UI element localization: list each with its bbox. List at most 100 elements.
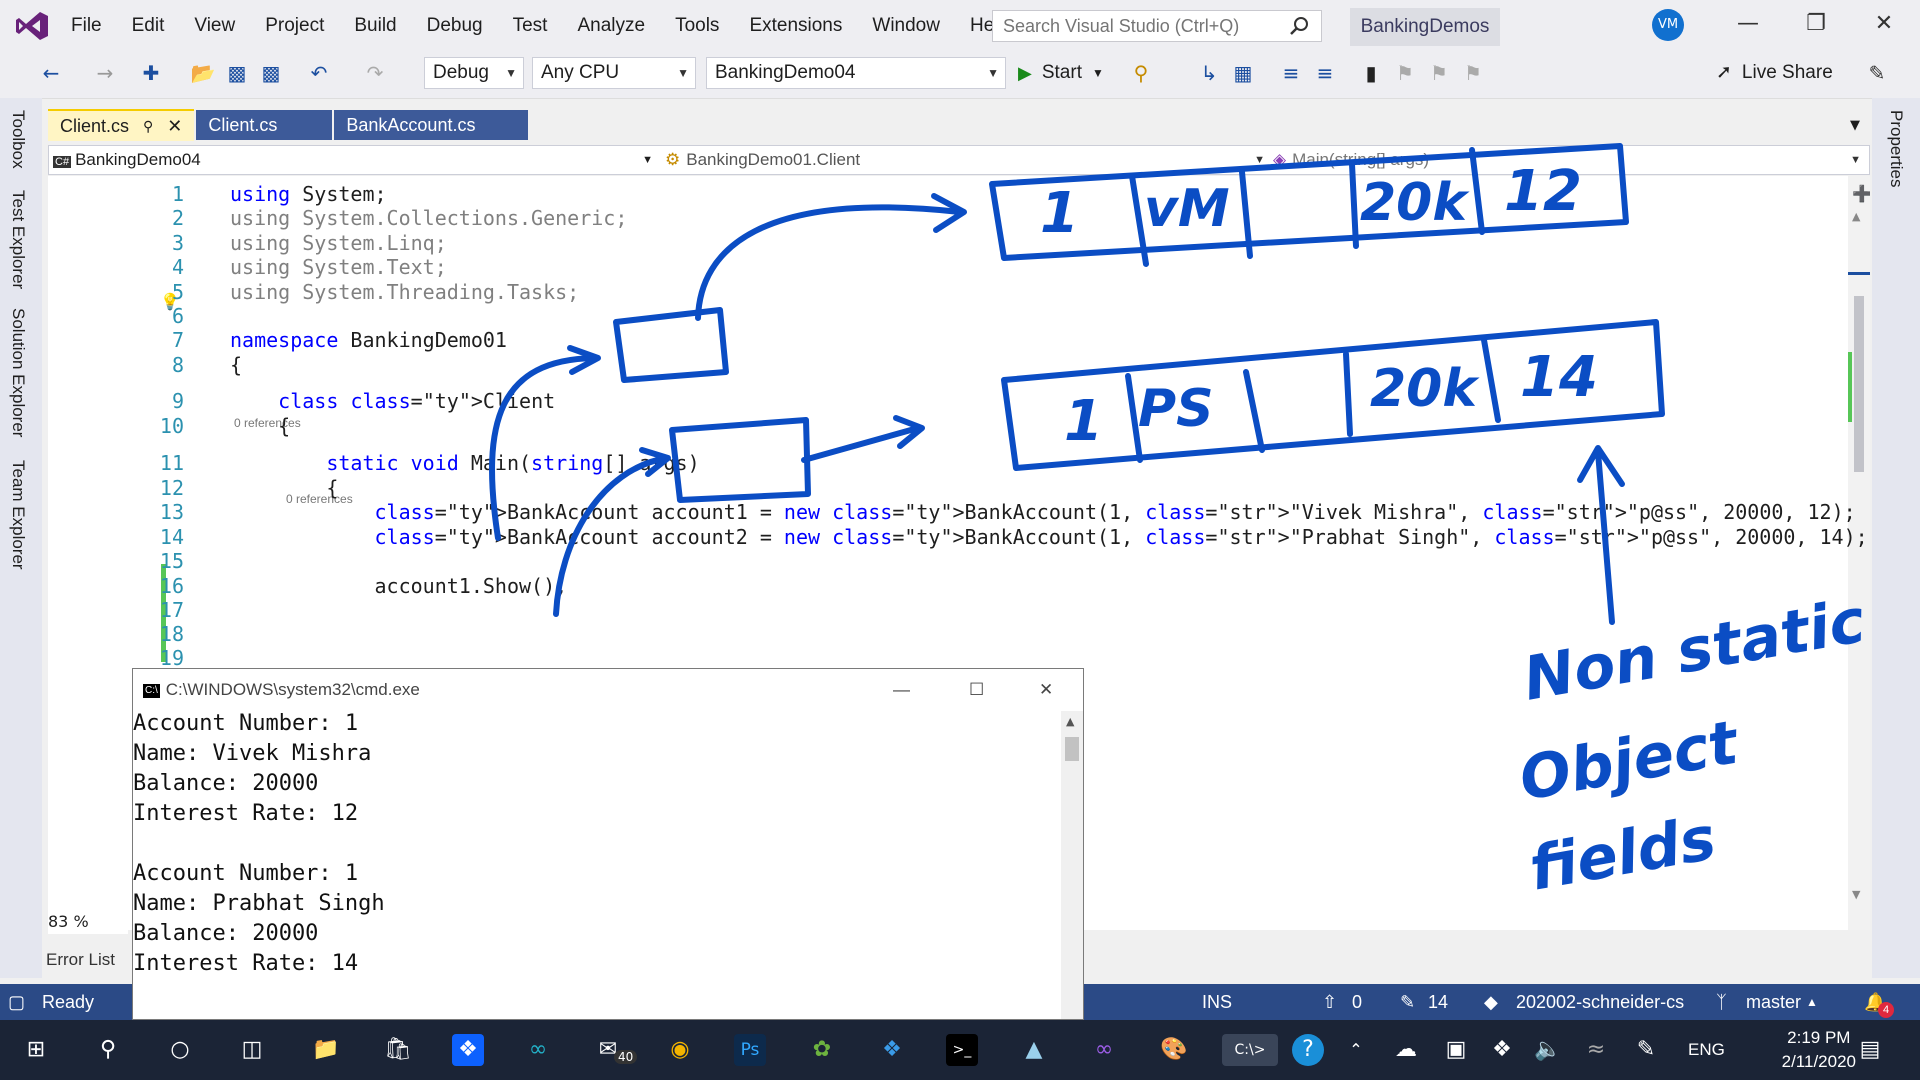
next-bookmark-icon[interactable]: ⚑ (1424, 58, 1454, 88)
live-share-button[interactable]: ➚ Live Share (1716, 57, 1833, 89)
pen-icon[interactable]: ✎ (1630, 1034, 1662, 1066)
code-line[interactable]: class="ty">BankAccount account1 = new cl… (230, 500, 1856, 524)
solution-explorer-tab[interactable]: Solution Explorer (8, 308, 28, 437)
volume-icon[interactable]: 🔈 (1532, 1034, 1564, 1066)
azure-data-studio-icon[interactable]: ❖ (876, 1034, 908, 1066)
zoom-level[interactable]: 83 % (48, 910, 128, 934)
language-indicator[interactable]: ENG (1688, 1020, 1725, 1080)
scroll-up-icon[interactable]: ▲ (1852, 210, 1860, 223)
cmd-close-icon[interactable]: ✕ (1039, 669, 1053, 711)
back-icon[interactable]: ← (36, 58, 66, 88)
find-icon[interactable]: ⚲ (1126, 58, 1156, 88)
battery-icon[interactable]: ▣ (1440, 1034, 1472, 1066)
uncomment-icon[interactable]: ≡ (1310, 58, 1340, 88)
start-button[interactable]: ▶ Start ▼ (1018, 57, 1104, 89)
save-icon[interactable]: ▩ (222, 58, 252, 88)
action-center-icon[interactable]: ▤ (1854, 1034, 1886, 1066)
scroll-up-icon[interactable]: ▲ (1066, 715, 1074, 728)
search-icon[interactable]: ⚲ (92, 1034, 124, 1066)
code-line[interactable]: using System.Threading.Tasks; (230, 280, 579, 304)
close-icon[interactable]: ✕ (1856, 0, 1912, 48)
wifi-icon[interactable]: ≈ (1580, 1034, 1612, 1066)
code-line[interactable]: { (230, 476, 338, 500)
split-icon[interactable]: ➕ (1852, 184, 1870, 203)
clock[interactable]: 2:19 PM 2/11/2020 (1782, 1026, 1856, 1074)
code-line[interactable]: class="ty">BankAccount account2 = new cl… (230, 525, 1868, 549)
error-list-tab[interactable]: Error List (46, 945, 136, 975)
menu-item-debug[interactable]: Debug (412, 0, 498, 52)
paint-icon[interactable]: 🎨 (1158, 1034, 1190, 1066)
menu-item-test[interactable]: Test (498, 0, 563, 52)
cmd-scroll-thumb[interactable] (1065, 737, 1079, 761)
undo-icon[interactable]: ↶ (304, 58, 334, 88)
feedback-icon[interactable]: ✎ (1862, 58, 1892, 88)
branch-name[interactable]: master (1746, 984, 1801, 1020)
menu-item-project[interactable]: Project (250, 0, 339, 52)
visual-studio-taskbar-icon[interactable]: ∞ (1088, 1034, 1120, 1066)
scroll-thumb[interactable] (1854, 296, 1864, 472)
scroll-down-icon[interactable]: ▼ (1852, 888, 1860, 901)
insert-mode[interactable]: INS (1202, 984, 1232, 1020)
code-line[interactable]: class class="ty">Client (230, 389, 555, 413)
search-input[interactable] (1001, 11, 1285, 41)
tray-overflow-icon[interactable]: ⌃ (1340, 1034, 1372, 1066)
menu-item-build[interactable]: Build (339, 0, 411, 52)
cmd-taskbar-icon[interactable]: C:\> (1222, 1034, 1278, 1066)
close-tab-icon[interactable]: ✕ (167, 111, 182, 141)
open-folder-icon[interactable]: 📂 (188, 58, 218, 88)
menu-item-tools[interactable]: Tools (660, 0, 734, 52)
bookmark-icon[interactable]: ▮ (1356, 58, 1386, 88)
menu-item-extensions[interactable]: Extensions (734, 0, 857, 52)
menu-item-file[interactable]: File (56, 0, 117, 52)
forward-icon[interactable]: → (90, 58, 120, 88)
cortana-icon[interactable]: ○ (164, 1034, 196, 1066)
cmd-maximize-icon[interactable]: ☐ (969, 669, 984, 711)
arduino-icon[interactable]: ∞ (522, 1034, 554, 1066)
test-explorer-tab[interactable]: Test Explorer (8, 190, 28, 289)
file-explorer-icon[interactable]: 📁 (310, 1034, 342, 1066)
restore-icon[interactable]: ❐ (1788, 0, 1844, 48)
tab-client-cs-active[interactable]: Client.cs ⚲ ✕ (48, 109, 195, 141)
menu-item-view[interactable]: View (179, 0, 250, 52)
dropbox-icon[interactable]: ❖ (452, 1034, 484, 1066)
pending-changes[interactable]: 14 (1428, 984, 1448, 1020)
minimize-icon[interactable]: — (1720, 0, 1776, 48)
unpushed-commits[interactable]: 0 (1352, 984, 1362, 1020)
class-dropdown[interactable]: ⚙ BankingDemo01.Client ▼ (665, 146, 1271, 174)
onedrive-icon[interactable]: ☁ (1390, 1034, 1422, 1066)
prev-bookmark-icon[interactable]: ⚑ (1390, 58, 1420, 88)
spring-icon[interactable]: ✿ (806, 1034, 838, 1066)
step-icon[interactable]: ↳ (1194, 58, 1224, 88)
windows-start-icon[interactable]: ⊞ (20, 1034, 52, 1066)
code-line[interactable]: static void Main(string[] args) (230, 451, 699, 475)
configuration-dropdown[interactable]: Debug ▼ (424, 57, 524, 89)
code-line[interactable]: { (230, 414, 290, 438)
menu-item-analyze[interactable]: Analyze (562, 0, 660, 52)
cmd-scrollbar[interactable]: ▲ (1061, 711, 1083, 1019)
project-dropdown[interactable]: C# BankingDemo04 ▼ (53, 146, 659, 174)
redo-icon[interactable]: ↷ (360, 58, 390, 88)
tab-overflow-icon[interactable]: ▼ (1850, 118, 1860, 133)
save-all-icon[interactable]: ▩ (256, 58, 286, 88)
toolbox-tab[interactable]: Toolbox (8, 110, 28, 169)
help-icon[interactable]: ? (1292, 1034, 1324, 1066)
editor-vertical-scrollbar[interactable]: ➕ ▲ ▼ (1848, 176, 1870, 930)
cmd-window[interactable]: C:\ C:\WINDOWS\system32\cmd.exe — ☐ ✕ Acc… (132, 668, 1084, 1020)
new-project-icon[interactable]: ✚ (136, 58, 166, 88)
search-box[interactable] (992, 10, 1322, 42)
menu-item-window[interactable]: Window (857, 0, 955, 52)
tab-bankaccount-cs[interactable]: BankAccount.cs (334, 110, 529, 140)
dropbox-tray-icon[interactable]: ❖ (1486, 1034, 1518, 1066)
team-explorer-tab[interactable]: Team Explorer (8, 460, 28, 570)
startup-project-dropdown[interactable]: BankingDemo04 ▼ (706, 57, 1006, 89)
pin-icon[interactable]: ⚲ (143, 111, 153, 141)
cmd-title-bar[interactable]: C:\ C:\WINDOWS\system32\cmd.exe — ☐ ✕ (133, 669, 1083, 711)
code-line[interactable]: using System.Linq; (230, 231, 447, 255)
photoshop-icon[interactable]: Ps (734, 1034, 766, 1066)
tab-client-cs[interactable]: Client.cs (196, 110, 333, 140)
code-line[interactable]: namespace BankingDemo01 (230, 328, 507, 352)
chrome-icon[interactable]: ◉ (664, 1034, 696, 1066)
properties-tab[interactable]: Properties (1886, 110, 1906, 187)
terminal-icon[interactable]: >_ (946, 1034, 978, 1066)
code-line[interactable]: using System.Collections.Generic; (230, 206, 627, 230)
